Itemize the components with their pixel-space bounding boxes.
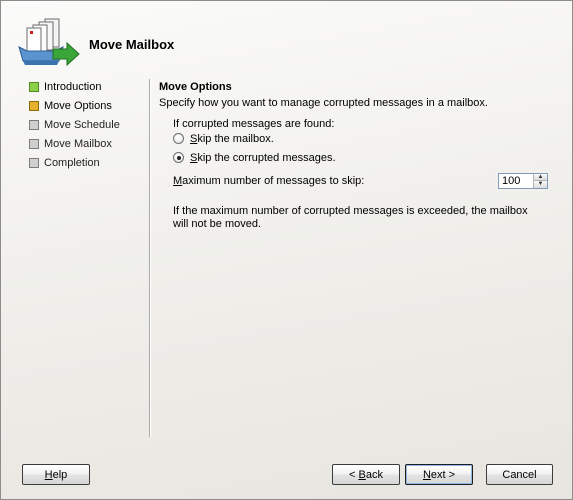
- skip-corrupted-messages-label[interactable]: Skip the corrupted messages.: [190, 152, 336, 164]
- skip-mailbox-radio[interactable]: [173, 133, 184, 144]
- step-current-icon: [29, 101, 39, 111]
- stepper-down-icon[interactable]: ▼: [534, 181, 547, 188]
- vertical-divider: [149, 79, 151, 437]
- nav-step-move-schedule: Move Schedule: [29, 119, 149, 138]
- max-messages-value[interactable]: 100: [502, 175, 520, 188]
- section-description: Specify how you want to manage corrupted…: [159, 97, 488, 109]
- nav-step-label: Move Schedule: [44, 119, 120, 131]
- corrupted-options-label: If corrupted messages are found:: [173, 118, 335, 130]
- nav-step-introduction: Introduction: [29, 81, 149, 100]
- skip-mailbox-label[interactable]: Skip the mailbox.: [190, 133, 274, 145]
- step-done-icon: [29, 82, 39, 92]
- max-exceeded-note: If the maximum number of corrupted messa…: [173, 205, 528, 230]
- nav-step-label: Move Mailbox: [44, 138, 112, 150]
- step-pending-icon: [29, 120, 39, 130]
- nav-step-label: Move Options: [44, 100, 112, 112]
- stepper-buttons: ▲ ▼: [533, 174, 547, 188]
- stepper-up-icon[interactable]: ▲: [534, 174, 547, 181]
- section-title: Move Options: [159, 81, 232, 93]
- step-pending-icon: [29, 139, 39, 149]
- move-options-panel: Move Options Specify how you want to man…: [159, 81, 559, 230]
- wizard-window: Move Mailbox Introduction Move Options M…: [0, 0, 573, 500]
- wizard-title: Move Mailbox: [89, 37, 175, 52]
- move-mailbox-icon: [18, 18, 80, 67]
- wizard-steps-nav: Introduction Move Options Move Schedule …: [29, 81, 149, 176]
- max-messages-stepper[interactable]: 100 ▲ ▼: [498, 173, 548, 189]
- skip-corrupted-messages-radio[interactable]: [173, 152, 184, 163]
- nav-step-move-options: Move Options: [29, 100, 149, 119]
- cancel-button[interactable]: Cancel: [486, 464, 553, 485]
- step-pending-icon: [29, 158, 39, 168]
- nav-step-completion: Completion: [29, 157, 149, 176]
- nav-step-label: Introduction: [44, 81, 102, 93]
- next-button[interactable]: Next >: [405, 464, 473, 485]
- max-messages-label: Maximum number of messages to skip:: [173, 175, 365, 187]
- help-button[interactable]: Help: [22, 464, 90, 485]
- back-button[interactable]: < Back: [332, 464, 400, 485]
- wizard-header: Move Mailbox: [1, 1, 572, 73]
- nav-step-label: Completion: [44, 157, 100, 169]
- nav-step-move-mailbox: Move Mailbox: [29, 138, 149, 157]
